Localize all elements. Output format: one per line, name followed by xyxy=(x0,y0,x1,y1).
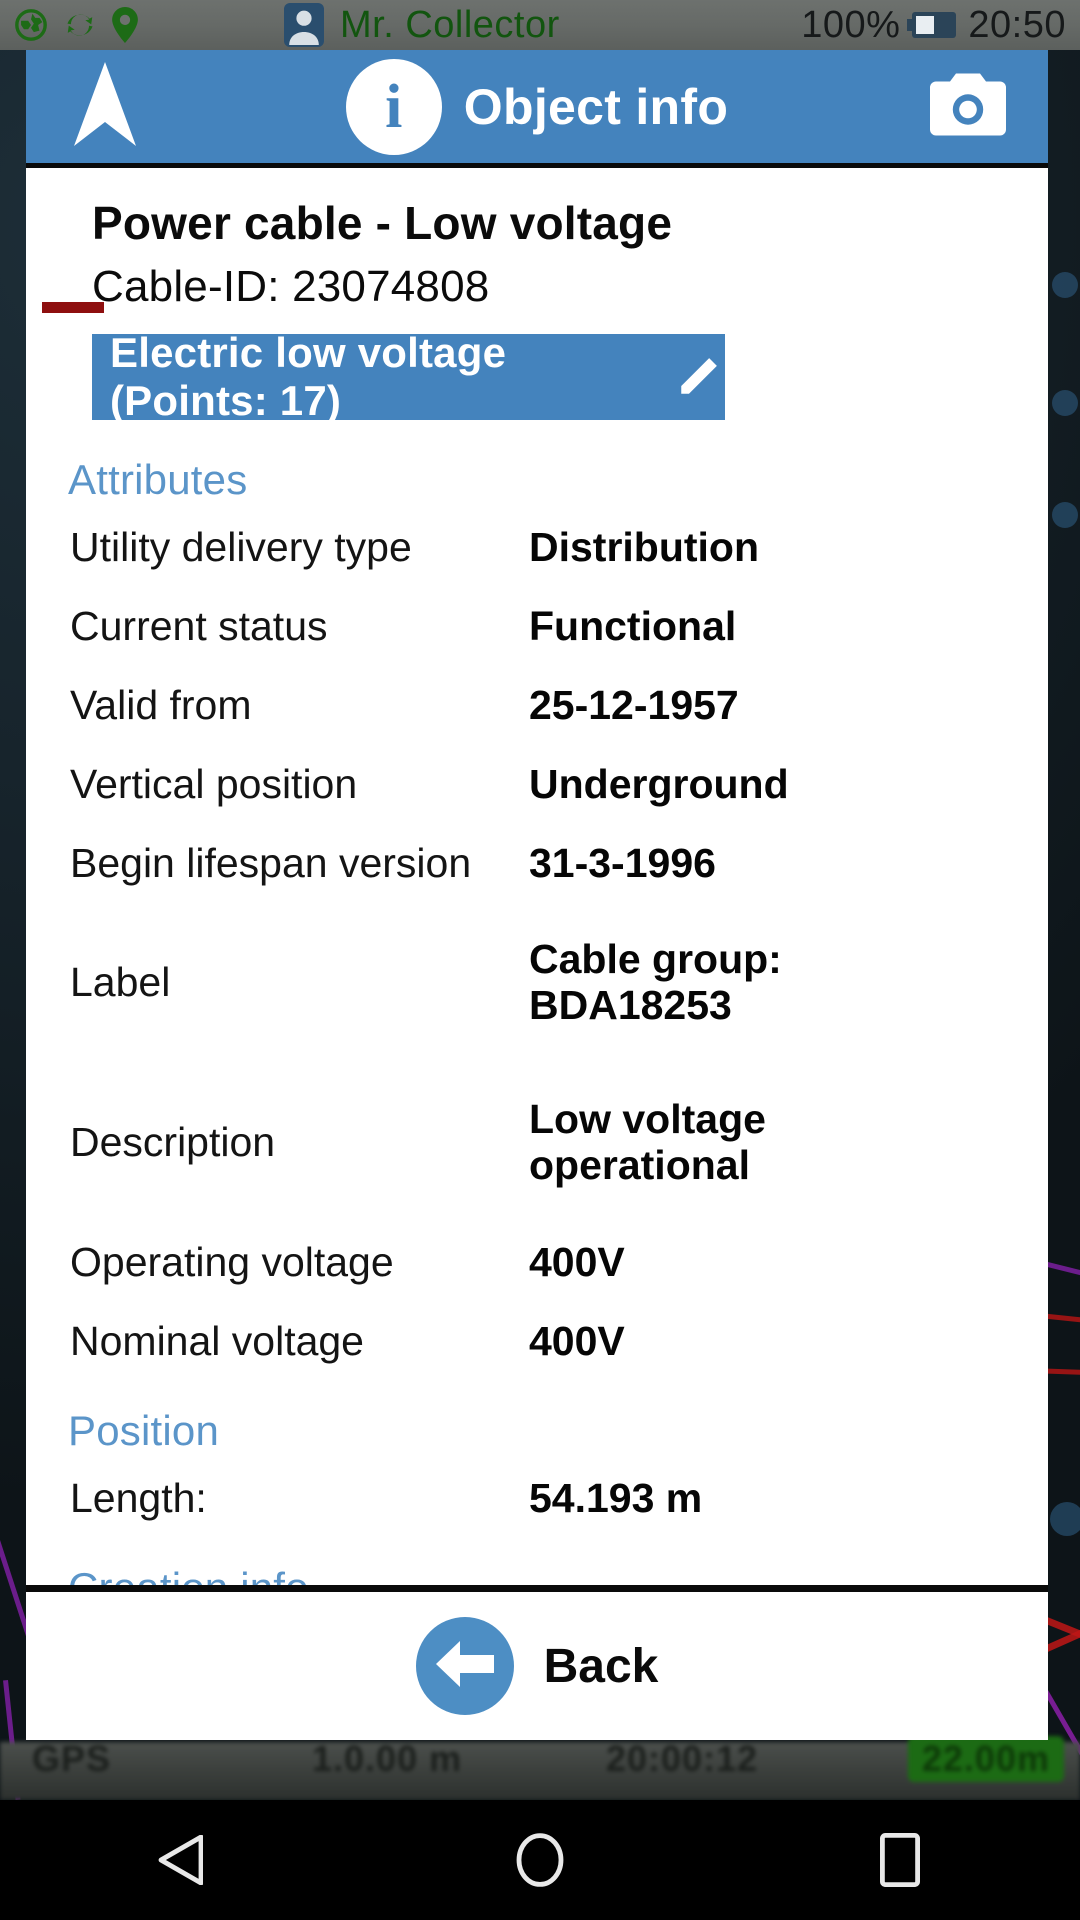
user-name-label: Mr. Collector xyxy=(340,3,560,46)
screen-root: GPS 1.0.00 m 20:00:12 22.00m Mr. Collect… xyxy=(0,0,1080,1920)
section-attributes-label: Attributes xyxy=(68,456,248,503)
back-button-label[interactable]: Back xyxy=(544,1639,659,1694)
android-nav-bar xyxy=(0,1800,1080,1920)
location-pin-icon xyxy=(112,7,138,43)
map-node-dot xyxy=(1050,1502,1080,1536)
page-title: Object info xyxy=(463,78,729,135)
dialog-title-group: i Object info xyxy=(26,50,1048,163)
attribute-key: Label xyxy=(70,959,171,1006)
user-indicator: Mr. Collector xyxy=(284,3,560,47)
object-subtitle-row: Cable-ID: 23074808 xyxy=(26,262,1048,324)
back-button[interactable] xyxy=(415,1617,514,1715)
attribute-key: Nominal voltage xyxy=(70,1317,364,1364)
table-row[interactable]: Valid from 25-12-1957 xyxy=(26,666,1048,745)
object-subtitle: Cable-ID: 23074808 xyxy=(92,262,490,311)
square-recents-icon[interactable] xyxy=(840,1800,960,1920)
map-node-dot xyxy=(1052,502,1078,528)
table-row[interactable]: Label Cable group: BDA18253 xyxy=(26,903,1048,1063)
dialog-body[interactable]: Power cable - Low voltage Cable-ID: 2307… xyxy=(26,168,1048,1592)
position-table: Length: 54.193 m xyxy=(26,1459,1048,1538)
attributes-body: Utility delivery type Distribution Curre… xyxy=(26,508,1048,1381)
battery-icon xyxy=(907,12,957,38)
object-info-dialog: i Object info Power cable - Low voltage … xyxy=(26,50,1048,1740)
attribute-value: 400V xyxy=(529,1317,625,1364)
section-position-label: Position xyxy=(68,1407,220,1454)
attribute-value: 25-12-1957 xyxy=(529,681,739,728)
map-node-dot xyxy=(1052,272,1078,298)
clock-label: 20:50 xyxy=(968,3,1066,46)
status-right-group: 100% 20:50 xyxy=(801,0,1066,50)
navigation-arrow-icon[interactable] xyxy=(74,62,136,151)
table-row[interactable]: Current status Functional xyxy=(26,587,1048,666)
attribute-value: Underground xyxy=(529,760,789,807)
attribute-value: 31-3-1996 xyxy=(529,839,716,886)
table-row[interactable]: Utility delivery type Distribution xyxy=(26,508,1048,587)
attribute-key: Description xyxy=(70,1119,276,1166)
attribute-key: Vertical position xyxy=(70,760,358,807)
layer-chip[interactable]: Electric low voltage (Points: 17) xyxy=(92,329,725,424)
table-row[interactable]: Length: 54.193 m xyxy=(26,1459,1048,1538)
attribute-value: 400V xyxy=(529,1238,625,1285)
camera-icon[interactable] xyxy=(930,73,1006,140)
attribute-value: Low voltage operational xyxy=(529,1096,766,1188)
dialog-header: i Object info xyxy=(26,50,1048,168)
gps-label: GPS xyxy=(32,1738,112,1779)
layer-chip-label: Electric low voltage (Points: 17) xyxy=(110,329,507,424)
attributes-table: Utility delivery type Distribution Curre… xyxy=(26,508,1048,1381)
table-row[interactable]: Description Low voltage operational xyxy=(26,1063,1048,1223)
table-row[interactable]: Nominal voltage 400V xyxy=(26,1302,1048,1381)
gps-accuracy: 1.0.00 m xyxy=(312,1738,463,1779)
position-body: Length: 54.193 m xyxy=(26,1459,1048,1538)
gps-time: 20:00:12 xyxy=(606,1738,759,1779)
back-arrow-icon xyxy=(434,1635,496,1698)
attribute-key: Current status xyxy=(70,602,328,649)
status-left-icons xyxy=(14,7,138,43)
info-icon-glyph: i xyxy=(385,72,403,141)
attribute-key: Valid from xyxy=(70,681,252,728)
pencil-icon[interactable] xyxy=(675,350,725,405)
map-scale-badge: 22.00m xyxy=(907,1736,1064,1782)
table-row[interactable]: Begin lifespan version 31-3-1996 xyxy=(26,824,1048,903)
dialog-footer: Back xyxy=(26,1592,1048,1740)
position-value: 54.193 m xyxy=(529,1474,703,1521)
object-title: Power cable - Low voltage xyxy=(92,197,673,249)
battery-percent-label: 100% xyxy=(801,3,901,46)
globe-icon xyxy=(14,8,48,42)
info-icon: i xyxy=(345,58,442,155)
attribute-value: Distribution xyxy=(529,523,760,570)
sync-icon xyxy=(64,8,96,42)
system-status-bar: Mr. Collector 100% 20:50 xyxy=(0,0,1080,50)
section-creation-label[interactable]: Creation info xyxy=(68,1564,1048,1585)
contact-card-icon xyxy=(284,3,324,47)
triangle-back-icon[interactable] xyxy=(120,1800,240,1920)
position-key: Length: xyxy=(70,1474,207,1521)
map-status-strip: GPS 1.0.00 m 20:00:12 22.00m xyxy=(0,1736,1080,1800)
map-node-dot xyxy=(1052,390,1078,416)
attribute-value: Cable group: BDA18253 xyxy=(529,936,782,1028)
circle-home-icon[interactable] xyxy=(480,1800,600,1920)
table-row[interactable]: Vertical position Underground xyxy=(26,745,1048,824)
attribute-key: Operating voltage xyxy=(70,1238,394,1285)
attribute-key: Utility delivery type xyxy=(70,523,412,570)
table-row[interactable]: Operating voltage 400V xyxy=(26,1223,1048,1302)
attribute-value: Functional xyxy=(529,602,737,649)
attribute-key: Begin lifespan version xyxy=(70,839,472,886)
